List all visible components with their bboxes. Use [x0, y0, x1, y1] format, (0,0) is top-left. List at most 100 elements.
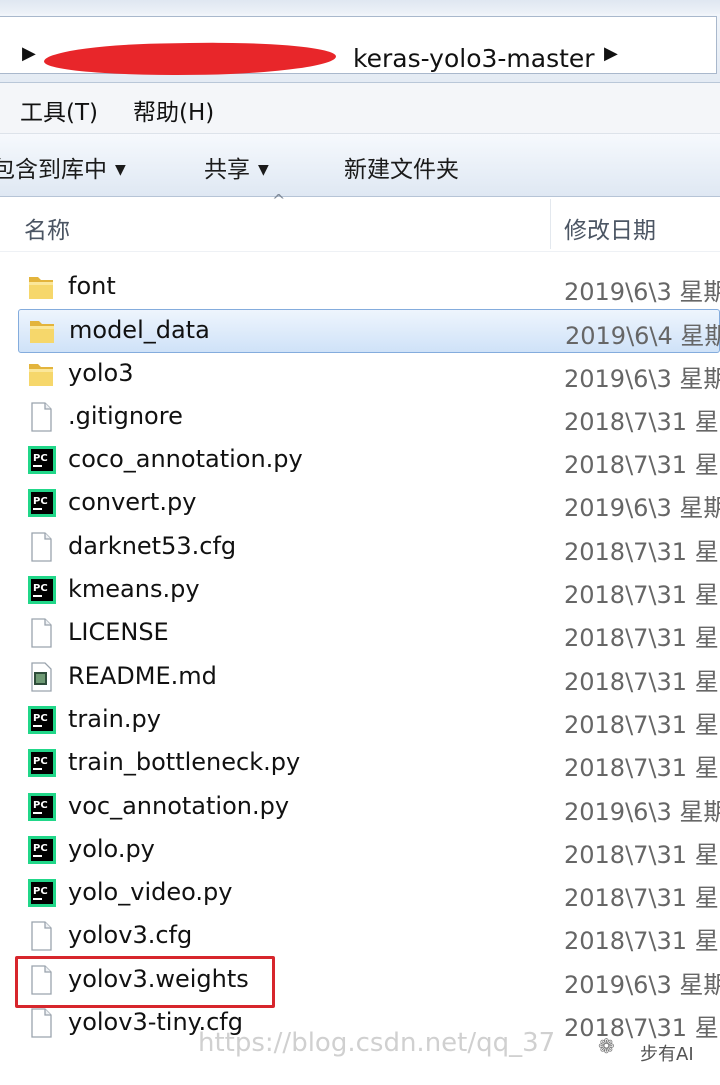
share-label: 共享 — [204, 157, 250, 183]
svg-text:PC: PC — [33, 756, 48, 767]
file-row[interactable]: PC yolo_video.py 2018\7\31 星 — [0, 872, 720, 915]
folder-icon — [26, 358, 56, 390]
file-row[interactable]: PC kmeans.py 2018\7\31 星 — [0, 569, 720, 612]
wechat-logo-icon: ❁ — [598, 1034, 615, 1058]
pycharm-icon: PC — [26, 834, 56, 866]
chevron-down-icon: ▼ — [258, 162, 269, 178]
file-date-modified: 2018\7\31 星 — [564, 537, 719, 566]
file-name: coco_annotation.py — [68, 445, 303, 474]
breadcrumb-expand-icon[interactable]: ▶ — [604, 43, 618, 64]
file-name: yolo.py — [68, 834, 155, 863]
breadcrumb-current-folder[interactable]: keras-yolo3-master — [353, 44, 595, 73]
chevron-down-icon: ▼ — [115, 162, 126, 178]
markdown-icon — [26, 661, 56, 693]
file-row[interactable]: README.md 2018\7\31 星 — [0, 656, 720, 699]
file-icon — [26, 617, 56, 649]
column-divider[interactable] — [550, 199, 551, 249]
file-row[interactable]: LICENSE 2018\7\31 星 — [0, 612, 720, 655]
pycharm-icon: PC — [26, 704, 56, 736]
column-header-name[interactable]: 名称 — [24, 211, 70, 245]
file-name: train.py — [68, 704, 161, 733]
include-in-library-button[interactable]: 包含到库中 ▼ — [0, 150, 126, 184]
folder-icon — [26, 271, 56, 303]
svg-text:PC: PC — [33, 496, 48, 507]
file-name: model_data — [69, 316, 210, 345]
file-date-modified: 2018\7\31 星 — [564, 624, 719, 653]
pycharm-icon: PC — [26, 747, 56, 779]
command-bar: 包含到库中 ▼ 共享 ▼ 新建文件夹 — [0, 134, 720, 197]
pycharm-icon: PC — [26, 791, 56, 823]
new-folder-button[interactable]: 新建文件夹 — [344, 150, 459, 184]
file-name: yolov3.cfg — [68, 921, 193, 950]
svg-text:PC: PC — [33, 453, 48, 464]
redacted-path-segment — [43, 40, 337, 78]
file-row[interactable]: PC voc_annotation.py 2019\6\3 星期 — [0, 786, 720, 829]
address-field[interactable]: ▶ keras-yolo3-master ▶ — [0, 16, 717, 78]
file-row[interactable]: font 2019\6\3 星期 — [0, 266, 720, 309]
file-list: font 2019\6\3 星期 model_data 2019\6\4 星期 yolo… — [0, 266, 720, 1045]
file-icon — [26, 1007, 56, 1039]
menu-bar: 工具(T) 帮助(H) — [0, 83, 720, 134]
file-row[interactable]: PC convert.py 2019\6\3 星期 — [0, 482, 720, 525]
file-date-modified: 2019\6\3 星期 — [564, 797, 720, 826]
folder-icon — [27, 315, 57, 347]
file-date-modified: 2018\7\31 星 — [564, 581, 719, 610]
file-date-modified: 2018\7\31 星 — [564, 451, 719, 480]
address-bar-top-strip — [0, 0, 720, 14]
menu-item-help[interactable]: 帮助(H) — [133, 93, 214, 127]
file-name: darknet53.cfg — [68, 531, 237, 560]
address-bar: ▶ keras-yolo3-master ▶ — [0, 0, 720, 83]
file-date-modified: 2018\7\31 星 — [564, 754, 719, 783]
file-name: kmeans.py — [68, 575, 200, 604]
file-name: .gitignore — [68, 401, 183, 430]
share-button[interactable]: 共享 ▼ — [204, 150, 269, 184]
file-date-modified: 2019\6\3 星期 — [564, 494, 720, 523]
svg-text:PC: PC — [33, 843, 48, 854]
file-name: convert.py — [68, 488, 197, 517]
file-date-modified: 2018\7\31 星 — [564, 710, 719, 739]
file-row[interactable]: yolov3.cfg 2018\7\31 星 — [0, 915, 720, 958]
file-name: LICENSE — [68, 618, 169, 647]
sort-ascending-icon: ^ — [272, 191, 286, 210]
file-date-modified: 2018\7\31 星 — [564, 407, 719, 436]
svg-text:PC: PC — [33, 800, 48, 811]
file-icon — [26, 531, 56, 563]
svg-text:PC: PC — [33, 583, 48, 594]
file-row[interactable]: darknet53.cfg 2018\7\31 星 — [0, 526, 720, 569]
file-name: README.md — [68, 661, 217, 690]
pycharm-icon: PC — [26, 487, 56, 519]
file-row[interactable]: yolo3 2019\6\3 星期 — [0, 353, 720, 396]
pycharm-icon: PC — [26, 574, 56, 606]
svg-text:PC: PC — [33, 886, 48, 897]
file-name: voc_annotation.py — [68, 791, 290, 820]
file-date-modified: 2018\7\31 星 — [564, 884, 719, 913]
file-row[interactable]: PC coco_annotation.py 2018\7\31 星 — [0, 439, 720, 482]
file-date-modified: 2019\6\3 星期 — [564, 278, 720, 306]
file-row[interactable]: PC train.py 2018\7\31 星 — [0, 699, 720, 742]
column-header: ^ 名称 修改日期 — [0, 191, 720, 252]
column-header-date-modified[interactable]: 修改日期 — [564, 211, 656, 245]
file-date-modified: 2019\6\3 星期 — [564, 970, 720, 999]
file-row[interactable]: .gitignore 2018\7\31 星 — [0, 396, 720, 439]
highlight-box — [15, 956, 275, 1008]
file-icon — [26, 401, 56, 433]
file-date-modified: 2018\7\31 星 — [564, 1014, 719, 1043]
watermark-url: https://blog.csdn.net/qq_37 — [198, 1028, 556, 1058]
menu-item-tools[interactable]: 工具(T) — [20, 93, 98, 127]
file-row[interactable]: PC train_bottleneck.py 2018\7\31 星 — [0, 742, 720, 785]
file-date-modified: 2019\6\3 星期 — [564, 364, 720, 393]
svg-text:PC: PC — [33, 713, 48, 724]
breadcrumb-separator-icon[interactable]: ▶ — [22, 43, 36, 64]
pycharm-icon: PC — [26, 444, 56, 476]
file-name: font — [68, 272, 116, 300]
file-name: train_bottleneck.py — [68, 748, 301, 777]
watermark-brand: 步有AI — [640, 1044, 694, 1065]
include-in-library-label: 包含到库中 — [0, 157, 107, 183]
file-date-modified: 2019\6\4 星期 — [565, 322, 720, 351]
file-icon — [26, 920, 56, 952]
file-date-modified: 2018\7\31 星 — [564, 840, 719, 869]
file-row[interactable]: PC yolo.py 2018\7\31 星 — [0, 829, 720, 872]
file-row[interactable]: model_data 2019\6\4 星期 — [18, 309, 720, 353]
pycharm-icon: PC — [26, 877, 56, 909]
file-date-modified: 2018\7\31 星 — [564, 927, 719, 956]
